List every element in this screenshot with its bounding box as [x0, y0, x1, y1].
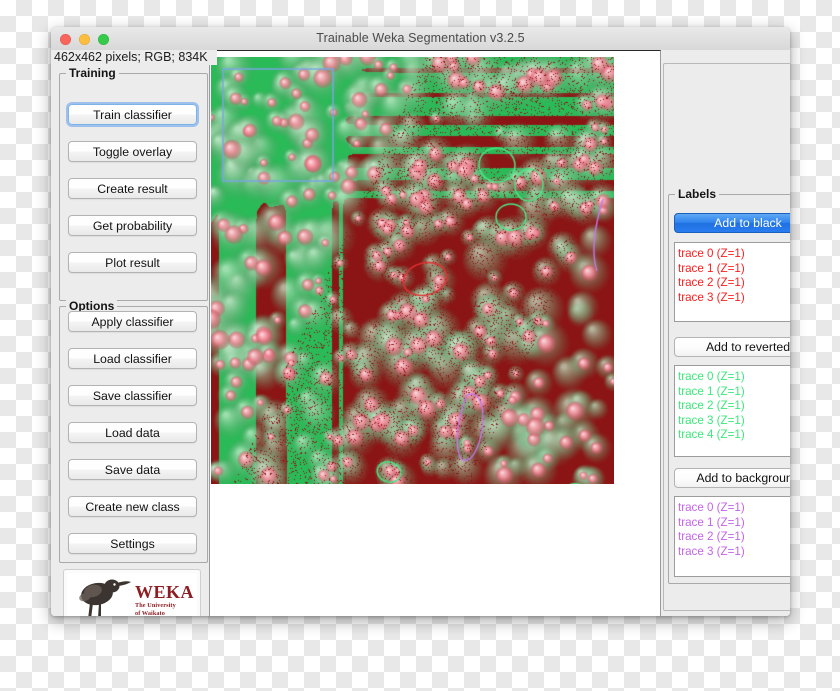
- reverted-class-trace-list[interactable]: trace 0 (Z=1) trace 1 (Z=1) trace 2 (Z=1…: [674, 365, 790, 457]
- labels-container: Labels Add to black trace 0 (Z=1) trace …: [663, 63, 790, 611]
- window-content: Training Train classifier Toggle overlay…: [51, 50, 790, 616]
- load-data-button[interactable]: Load data: [68, 422, 197, 443]
- list-item[interactable]: trace 4 (Z=1): [678, 428, 790, 443]
- list-item[interactable]: trace 3 (Z=1): [678, 291, 790, 306]
- weka-wordmark: WEKA: [135, 582, 195, 603]
- weka-logo: WEKA The University of Waikato: [63, 569, 201, 616]
- list-item[interactable]: trace 0 (Z=1): [678, 247, 790, 262]
- black-class-trace-list[interactable]: trace 0 (Z=1) trace 1 (Z=1) trace 2 (Z=1…: [674, 242, 790, 322]
- list-item[interactable]: trace 1 (Z=1): [678, 385, 790, 400]
- list-item[interactable]: trace 3 (Z=1): [678, 545, 790, 560]
- list-item[interactable]: trace 2 (Z=1): [678, 399, 790, 414]
- save-data-button[interactable]: Save data: [68, 459, 197, 480]
- weka-sub-line-2: of Waikato: [135, 609, 165, 616]
- settings-button[interactable]: Settings: [68, 533, 197, 554]
- toggle-overlay-button[interactable]: Toggle overlay: [68, 141, 197, 162]
- training-group-title: Training: [66, 66, 119, 80]
- left-control-panel: Training Train classifier Toggle overlay…: [52, 50, 209, 616]
- app-window: Trainable Weka Segmentation v3.2.5 Train…: [51, 27, 790, 616]
- save-classifier-button[interactable]: Save classifier: [68, 385, 197, 406]
- list-item[interactable]: trace 1 (Z=1): [678, 516, 790, 531]
- add-to-background-button[interactable]: Add to background: [674, 468, 790, 488]
- image-canvas-panel[interactable]: [209, 50, 661, 616]
- create-result-button[interactable]: Create result: [68, 178, 197, 199]
- add-to-black-button[interactable]: Add to black: [674, 213, 790, 233]
- list-item[interactable]: trace 2 (Z=1): [678, 276, 790, 291]
- list-item[interactable]: trace 2 (Z=1): [678, 530, 790, 545]
- segmentation-image[interactable]: [211, 57, 614, 484]
- list-item[interactable]: trace 1 (Z=1): [678, 262, 790, 277]
- create-new-class-button[interactable]: Create new class: [68, 496, 197, 517]
- load-classifier-button[interactable]: Load classifier: [68, 348, 197, 369]
- window-titlebar[interactable]: Trainable Weka Segmentation v3.2.5: [51, 27, 790, 51]
- list-item[interactable]: trace 3 (Z=1): [678, 414, 790, 429]
- get-probability-button[interactable]: Get probability: [68, 215, 197, 236]
- image-status-text: 462x462 pixels; RGB; 834K: [54, 50, 217, 65]
- list-item[interactable]: trace 0 (Z=1): [678, 370, 790, 385]
- list-item[interactable]: trace 0 (Z=1): [678, 501, 790, 516]
- right-labels-panel: Labels Add to black trace 0 (Z=1) trace …: [661, 50, 790, 616]
- window-title: Trainable Weka Segmentation v3.2.5: [316, 31, 525, 45]
- plot-result-button[interactable]: Plot result: [68, 252, 197, 273]
- weka-sub-line-1: The University: [135, 601, 176, 609]
- segmentation-overlay-canvas[interactable]: [211, 57, 614, 484]
- train-classifier-button[interactable]: Train classifier: [68, 104, 197, 125]
- add-to-reverted-button[interactable]: Add to reverted: [674, 337, 790, 357]
- kiwi-bird-icon: [79, 579, 131, 616]
- background-class-trace-list[interactable]: trace 0 (Z=1) trace 1 (Z=1) trace 2 (Z=1…: [674, 496, 790, 577]
- labels-group-title: Labels: [675, 187, 720, 201]
- apply-classifier-button[interactable]: Apply classifier: [68, 311, 197, 332]
